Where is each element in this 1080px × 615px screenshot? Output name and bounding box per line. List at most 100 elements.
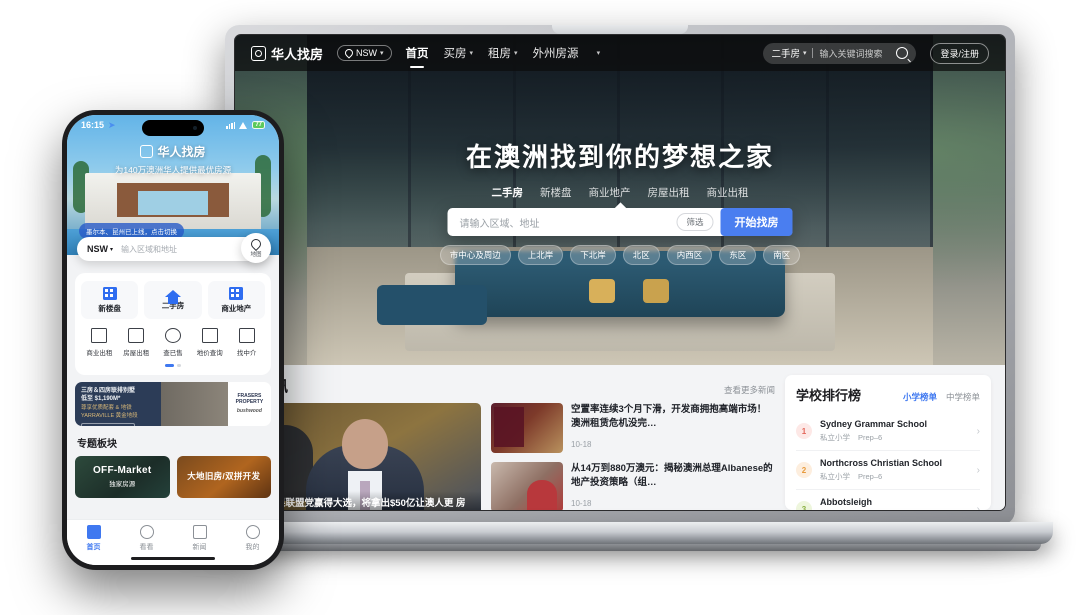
land-price-icon	[201, 328, 218, 343]
topic-land-development[interactable]: 大地旧房/双拼开发	[176, 455, 271, 498]
category-commercial-rent[interactable]: 商业出租	[81, 328, 118, 357]
promo-logos: FRASERS PROPERTY bushwood	[227, 381, 271, 426]
phone-state-selector[interactable]: NSW ▾	[87, 244, 113, 254]
nav-search-placeholder: 输入关键词搜索	[819, 48, 883, 59]
tab-home[interactable]: 首页	[67, 525, 120, 552]
location-pin-icon	[343, 47, 355, 59]
nav-item-buy[interactable]: 买房 ▾	[444, 45, 474, 61]
school-row[interactable]: 3 Abbotsleigh 私立小学 Prep–6 ›	[796, 490, 980, 510]
region-chip-south[interactable]: 南区	[763, 245, 801, 265]
nav-search-bar[interactable]: 二手房 ▾ 输入关键词搜索	[763, 42, 917, 64]
topic-off-market[interactable]: OFF-Market 独家房源	[75, 455, 170, 498]
hero-search-button[interactable]: 开始找房	[720, 208, 793, 236]
promo-logo-primary: FRASERS PROPERTY	[235, 393, 264, 405]
shop-icon	[91, 328, 108, 343]
hero-tab-commercial[interactable]: 商业地产	[589, 185, 631, 200]
nav-item-rent[interactable]: 租房 ▾	[488, 45, 518, 61]
login-register-button[interactable]: 登录/注册	[930, 42, 989, 64]
phone-brand-block: 华人找房 为140万澳洲华人提供最优房源	[67, 143, 279, 176]
news-list-item[interactable]: 从14万到880万澳元：揭秘澳洲总理Albanese的地产投资策略（组… 10-…	[491, 462, 775, 510]
hero-tab-newdev[interactable]: 新楼盘	[540, 185, 572, 200]
category-new-development[interactable]: 新楼盘	[81, 281, 139, 319]
building-icon	[102, 286, 117, 300]
category-commercial-label: 商业地产	[221, 303, 252, 313]
school-info: Northcross Christian School 私立小学 Prep–6	[820, 458, 969, 482]
region-chip-lower-north-shore[interactable]: 下北岸	[570, 245, 616, 265]
hero-cushion	[643, 279, 670, 303]
region-chip-cbd[interactable]: 市中心及周边	[439, 245, 511, 265]
city-selector-label: NSW	[356, 48, 378, 58]
office-icon	[229, 286, 244, 300]
news-list: 空置率连续3个月下滑，开发商拥抱高端市场！澳洲租赁危机没完… 10-18 从14…	[491, 403, 775, 510]
region-chip-upper-north-shore[interactable]: 上北岸	[517, 245, 564, 265]
tab-profile[interactable]: 我的	[226, 525, 279, 552]
hero-tab-commercial-rent[interactable]: 商业出租	[707, 185, 749, 200]
school-ranking-card: 学校排行榜 小学榜单 中学榜单 1 Sydney Grammar School	[785, 375, 991, 510]
city-selector[interactable]: NSW ▾	[337, 45, 392, 61]
category-house-rent[interactable]: 房屋出租	[118, 328, 155, 357]
category-land-price-label: 地价查询	[196, 350, 223, 357]
nav-item-home[interactable]: 首页	[406, 45, 429, 61]
category-secondhand[interactable]: 二手房	[144, 281, 202, 319]
tab-news-label: 新闻	[192, 544, 207, 551]
news-column: 资讯 查看更多新闻 ：如果联盟党赢得大选，将拿出	[249, 375, 775, 510]
category-sold[interactable]: 查已售	[155, 328, 192, 357]
nav-item-home-label: 首页	[405, 48, 429, 60]
school-grade: Prep–6	[858, 472, 883, 481]
home-icon	[86, 525, 101, 539]
laptop-lid: 华人找房 NSW ▾ 首页 买房 ▾ 租房 ▾ 外州房源 ▾ 二手房 ▾ 输入关…	[225, 25, 1015, 525]
signal-icon	[225, 121, 236, 129]
nav-item-interstate[interactable]: 外州房源	[533, 45, 579, 61]
hero-filter-button[interactable]: 筛选	[676, 213, 714, 231]
chevron-right-icon: ›	[976, 464, 980, 476]
region-chip-inner-west[interactable]: 内西区	[666, 245, 713, 265]
search-icon[interactable]	[896, 47, 909, 59]
news-body: ：如果联盟党赢得大选，将拿出$50亿让澳人更 房（组图） 空置率连续3个月下滑，…	[249, 403, 775, 510]
school-tab-secondary[interactable]: 中学榜单	[946, 391, 980, 403]
tab-discover[interactable]: 看看	[120, 525, 173, 552]
hero-section: 华人找房 NSW ▾ 首页 买房 ▾ 租房 ▾ 外州房源 ▾ 二手房 ▾ 输入关…	[235, 35, 1005, 365]
website-viewport: 华人找房 NSW ▾ 首页 买房 ▾ 租房 ▾ 外州房源 ▾ 二手房 ▾ 输入关…	[235, 35, 1005, 510]
news-more-link[interactable]: 查看更多新闻	[724, 384, 775, 396]
school-rank-badge: 1	[796, 423, 812, 439]
dynamic-island	[142, 120, 204, 136]
category-house-rent-label: 房屋出租	[123, 350, 150, 357]
nav-links: 首页 买房 ▾ 租房 ▾ 外州房源 ▾	[406, 45, 601, 61]
school-info: Abbotsleigh 私立小学 Prep–6	[820, 497, 969, 510]
hero-tab-house-rent[interactable]: 房屋出租	[648, 185, 690, 200]
school-tab-primary[interactable]: 小学榜单	[903, 391, 937, 403]
promo-cta-button[interactable]: 点击了解详情	[81, 423, 135, 426]
topic-land-development-title: 大地旧房/双拼开发	[187, 470, 261, 481]
school-name: Abbotsleigh	[820, 497, 872, 507]
topics-row: OFF-Market 独家房源 大地旧房/双拼开发	[75, 455, 271, 498]
nav-search-category[interactable]: 二手房 ▾	[771, 46, 806, 60]
house-icon	[164, 289, 181, 304]
hero-region-chips: 市中心及周边 上北岸 下北岸 北区 内西区 东区 南区	[235, 245, 1005, 265]
school-row[interactable]: 1 Sydney Grammar School 私立小学 Prep–6 ›	[796, 412, 980, 451]
category-commercial[interactable]: 商业地产	[207, 281, 265, 319]
carousel-dot-active	[165, 364, 174, 367]
home-rent-icon	[128, 328, 145, 343]
news-list-item[interactable]: 空置率连续3个月下滑，开发商拥抱高端市场！澳洲租赁危机没完… 10-18	[491, 403, 775, 453]
featured-head	[342, 419, 388, 469]
carousel-dots	[81, 364, 265, 367]
category-commercial-rent-label: 商业出租	[86, 350, 113, 357]
promo-banner[interactable]: 三房＆四房联排别墅 低至 $1,190M* 尊享优质配套 & 地铁 YARRAV…	[75, 381, 271, 426]
nav-item-more[interactable]: ▾	[594, 49, 601, 57]
region-chip-north[interactable]: 北区	[622, 245, 660, 265]
divider	[812, 48, 814, 58]
map-button[interactable]: 地图	[241, 233, 271, 263]
tab-news[interactable]: 新闻	[173, 525, 226, 552]
site-logo[interactable]: 华人找房	[251, 44, 323, 63]
region-chip-east[interactable]: 东区	[719, 245, 757, 265]
hero-search-input[interactable]: 请输入区域、地址	[448, 215, 677, 230]
phone-state-label: NSW	[87, 244, 108, 254]
profile-icon	[245, 525, 260, 539]
category-land-price[interactable]: 地价查询	[191, 328, 228, 357]
phone-brand-label: 华人找房	[157, 145, 206, 159]
topic-off-market-subtitle: 独家房源	[109, 481, 136, 488]
category-agent[interactable]: 找中介	[228, 328, 265, 357]
school-row[interactable]: 2 Northcross Christian School 私立小学 Prep–…	[796, 451, 980, 490]
hero-tab-secondhand[interactable]: 二手房	[492, 185, 524, 200]
secondary-categories: 商业出租 房屋出租 查已售 地价查询 找中介	[81, 328, 265, 357]
